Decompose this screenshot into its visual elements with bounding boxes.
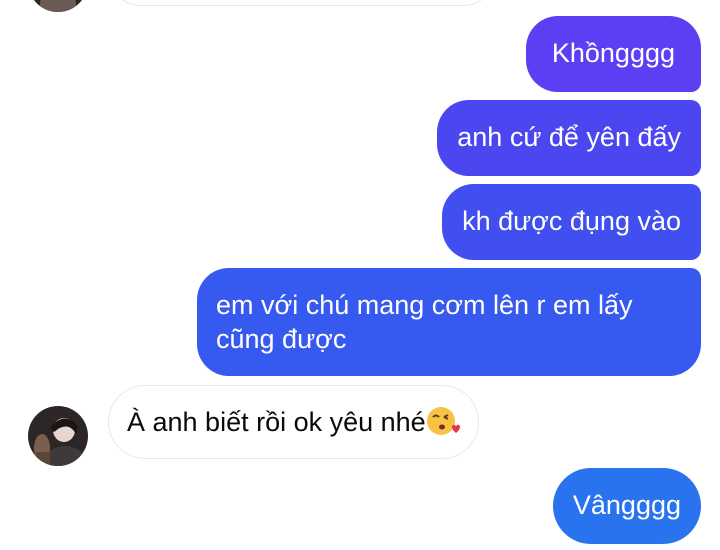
message-text: anh cứ để yên đấy bbox=[457, 122, 681, 152]
message-bubble-sent[interactable]: em với chú mang cơm lên r em lấy cũng đư… bbox=[197, 268, 701, 376]
message-bubble-sent[interactable]: Vângggg bbox=[552, 468, 701, 544]
message-bubble-sent[interactable]: kh được đụng vào bbox=[442, 184, 701, 260]
message-text: Khồngggg bbox=[551, 38, 675, 68]
message-bubble-sent[interactable]: anh cứ để yên đấy bbox=[437, 100, 701, 176]
message-text-line: cũng được bbox=[216, 324, 347, 354]
message-bubble-cropped[interactable] bbox=[108, 0, 496, 6]
message-text-line: em với chú mang cơm lên r em lấy bbox=[216, 290, 633, 320]
message-text: Vângggg bbox=[572, 490, 681, 520]
chat-thread: Khồngggg anh cứ để yên đấy kh được đụng … bbox=[0, 0, 720, 550]
message-text: kh được đụng vào bbox=[462, 206, 681, 236]
message-bubble-received[interactable]: À anh biết rồi ok yêu nhé bbox=[108, 385, 479, 459]
contact-avatar[interactable] bbox=[28, 406, 88, 466]
contact-avatar-top[interactable] bbox=[28, 0, 88, 12]
message-text: À anh biết rồi ok yêu nhé bbox=[127, 407, 426, 437]
message-bubble-sent[interactable]: Khồngggg bbox=[525, 16, 701, 92]
face-blowing-kiss-icon bbox=[426, 405, 460, 445]
